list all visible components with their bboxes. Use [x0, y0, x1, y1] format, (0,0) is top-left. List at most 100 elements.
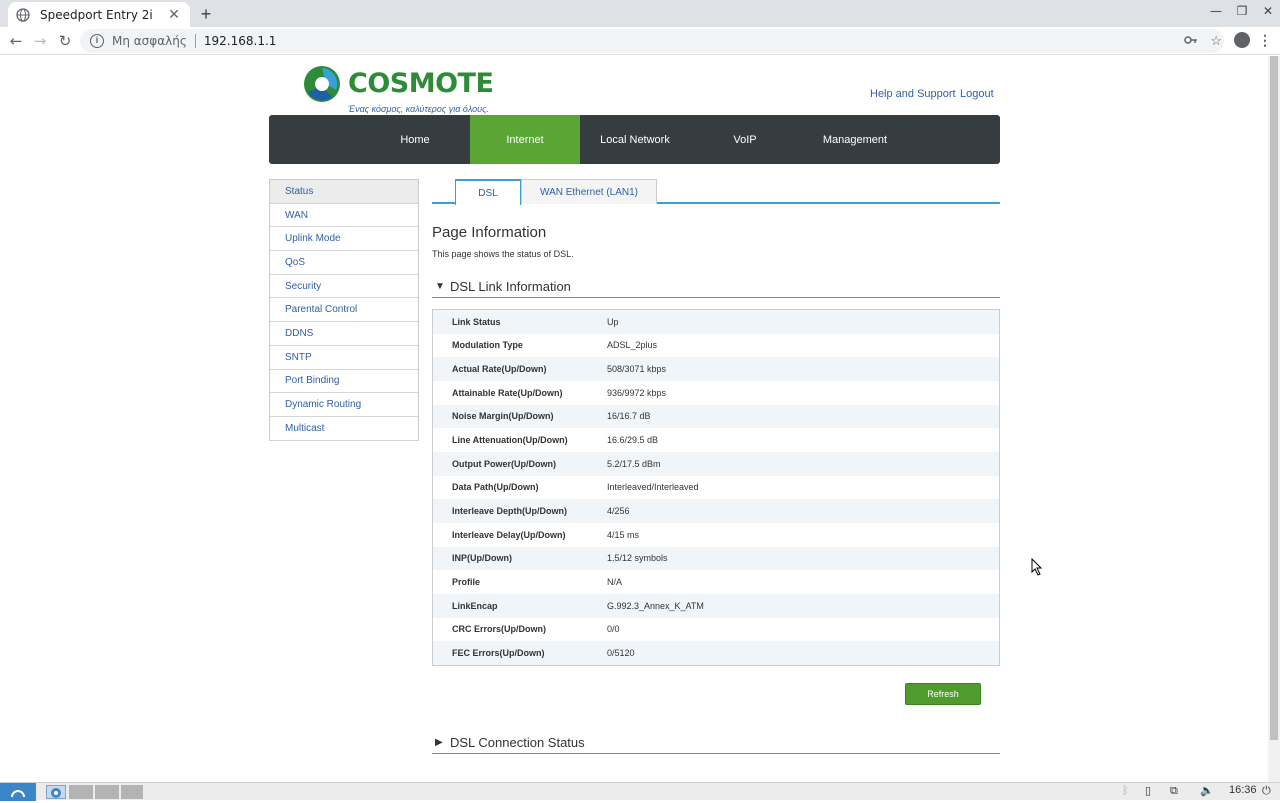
row-value: G.992.3_Annex_K_ATM: [607, 600, 704, 611]
sidebar-item-port-binding[interactable]: Port Binding: [270, 369, 418, 394]
page-description: This page shows the status of DSL.: [432, 249, 574, 259]
nav-home[interactable]: Home: [360, 115, 470, 164]
table-row: Interleave Depth(Up/Down) 4/256: [433, 499, 999, 523]
address-separator: [194, 34, 196, 48]
tab-dsl[interactable]: DSL: [455, 179, 521, 205]
sidebar-item-sntp[interactable]: SNTP: [270, 345, 418, 370]
table-row: INP(Up/Down) 1.5/12 symbols: [433, 546, 999, 571]
nav-voip[interactable]: VoIP: [690, 115, 800, 164]
nav-management[interactable]: Management: [800, 115, 910, 164]
sidebar-item-security[interactable]: Security: [270, 274, 418, 299]
help-support-link[interactable]: Help and Support: [870, 88, 956, 100]
logo-mark-icon: [304, 66, 340, 102]
row-value: N/A: [607, 577, 623, 588]
chrome-icon: [51, 788, 61, 798]
clock[interactable]: 16:36: [1229, 784, 1257, 796]
scrollbar-thumb[interactable]: [1270, 56, 1278, 740]
expand-triangle-icon[interactable]: ▶: [432, 737, 450, 748]
sidebar-item-qos[interactable]: QoS: [270, 251, 418, 275]
forward-icon[interactable]: →: [30, 31, 50, 51]
dsl-connection-section-title: DSL Connection Status: [450, 735, 585, 750]
table-row: Modulation Type ADSL_2plus: [433, 333, 999, 358]
subtab-bar: DSL WAN Ethernet (LAN1): [432, 179, 1000, 205]
sidebar-item-status[interactable]: Status: [270, 180, 418, 204]
logo-slogan: Ένας κόσμος, καλύτερος για όλους.: [348, 104, 489, 114]
table-row: Profile N/A: [433, 570, 999, 594]
sidebar-item-wan[interactable]: WAN: [270, 203, 418, 228]
taskbar-window-2[interactable]: [95, 785, 119, 799]
new-tab-button[interactable]: +: [197, 4, 215, 25]
tab-wan-ethernet[interactable]: WAN Ethernet (LAN1): [521, 179, 657, 204]
taskbar-window-1[interactable]: [69, 785, 93, 799]
dsl-link-table: Link Status Up Modulation Type ADSL_2plus Ac…: [432, 309, 1000, 666]
taskbar-chrome-button[interactable]: [46, 785, 66, 799]
start-icon: [11, 790, 25, 798]
sidebar: Status WAN Uplink Mode QoS Security Pare…: [269, 179, 419, 441]
refresh-button[interactable]: Refresh: [905, 683, 981, 705]
row-value: 1.5/12 symbols: [607, 553, 668, 564]
cosmote-logo[interactable]: COSMOTE Ένας κόσμος, καλύτερος για όλους…: [302, 62, 494, 114]
page-viewport: COSMOTE Ένας κόσμος, καλύτερος για όλους…: [0, 56, 1268, 782]
browser-tab[interactable]: Speedport Entry 2i ✕: [8, 2, 190, 27]
security-status[interactable]: Μη ασφαλής: [112, 34, 187, 48]
sidebar-item-ddns[interactable]: DDNS: [270, 322, 418, 346]
reload-icon[interactable]: ↻: [55, 31, 75, 51]
menu-icon[interactable]: ⋮: [1258, 32, 1272, 49]
info-icon[interactable]: i: [90, 34, 104, 48]
sidebar-item-multicast[interactable]: Multicast: [270, 416, 418, 441]
mouse-cursor-icon: [1031, 558, 1043, 576]
logout-link[interactable]: Logout: [960, 88, 994, 100]
volume-icon[interactable]: 🔈: [1200, 784, 1214, 797]
row-label: INP(Up/Down): [452, 553, 512, 564]
os-taskbar: ᛒ ▯ ⧉ 🔈 16:36 ⏻: [0, 782, 1280, 801]
table-row: Output Power(Up/Down) 5.2/17.5 dBm: [433, 451, 999, 476]
tab-close-icon[interactable]: ✕: [166, 6, 182, 23]
sidebar-item-uplink-mode[interactable]: Uplink Mode: [270, 227, 418, 252]
row-label: Actual Rate(Up/Down): [452, 364, 547, 375]
tab-title: Speedport Entry 2i: [40, 7, 153, 22]
row-label: Data Path(Up/Down): [452, 482, 539, 493]
row-value: 16.6/29.5 dB: [607, 435, 659, 446]
row-value: 4/15 ms: [607, 529, 640, 540]
main-navigation: Home Internet Local Network VoIP Managem…: [269, 115, 1000, 164]
collapse-triangle-icon[interactable]: ▼: [432, 281, 450, 292]
power-icon[interactable]: ⏻: [1262, 784, 1271, 798]
row-value: 0/5120: [607, 648, 635, 659]
window-close-icon[interactable]: ✕: [1255, 4, 1280, 18]
battery-icon[interactable]: ▯: [1145, 784, 1151, 797]
star-icon[interactable]: ☆: [1210, 33, 1222, 50]
globe-icon: [16, 7, 30, 22]
row-label: FEC Errors(Up/Down): [452, 648, 545, 659]
taskbar-window-3[interactable]: [121, 785, 143, 799]
bluetooth-icon[interactable]: ᛒ: [1122, 784, 1129, 797]
profile-icon[interactable]: [1234, 32, 1250, 48]
browser-toolbar: ← → ↻ i Μη ασφαλής 192.168.1.1 ☆: [0, 27, 1280, 55]
row-label: Noise Margin(Up/Down): [452, 411, 554, 422]
network-icon[interactable]: ⧉: [1170, 784, 1178, 798]
nav-internet[interactable]: Internet: [470, 115, 580, 164]
window-controls: — ❐ ✕: [1203, 4, 1280, 18]
dsl-connection-section-header[interactable]: ▶ DSL Connection Status: [432, 732, 1000, 754]
row-label: LinkEncap: [452, 600, 498, 611]
minimize-icon[interactable]: —: [1203, 4, 1229, 18]
sidebar-item-parental-control[interactable]: Parental Control: [270, 298, 418, 323]
sidebar-item-dynamic-routing[interactable]: Dynamic Routing: [270, 393, 418, 417]
row-value: ADSL_2plus: [607, 340, 658, 351]
row-value: 936/9972 kbps: [607, 387, 667, 398]
page-scrollbar[interactable]: [1268, 56, 1280, 782]
row-label: Line Attenuation(Up/Down): [452, 435, 568, 446]
restore-icon[interactable]: ❐: [1229, 4, 1255, 18]
dsl-link-section-header[interactable]: ▼ DSL Link Information: [432, 276, 1000, 298]
url-text[interactable]: 192.168.1.1: [204, 34, 277, 48]
back-icon[interactable]: ←: [6, 31, 26, 51]
key-icon[interactable]: [1184, 33, 1198, 50]
table-row: Link Status Up: [433, 310, 999, 334]
row-value: Interleaved/Interleaved: [607, 482, 699, 493]
table-row: CRC Errors(Up/Down) 0/0: [433, 617, 999, 642]
nav-local-network[interactable]: Local Network: [580, 115, 690, 164]
table-row: Data Path(Up/Down) Interleaved/Interleave…: [433, 475, 999, 500]
table-row: LinkEncap G.992.3_Annex_K_ATM: [433, 593, 999, 618]
address-bar[interactable]: i Μη ασφαλής 192.168.1.1: [80, 29, 1224, 53]
start-menu-button[interactable]: [0, 783, 36, 801]
dsl-link-section-title: DSL Link Information: [450, 279, 571, 294]
